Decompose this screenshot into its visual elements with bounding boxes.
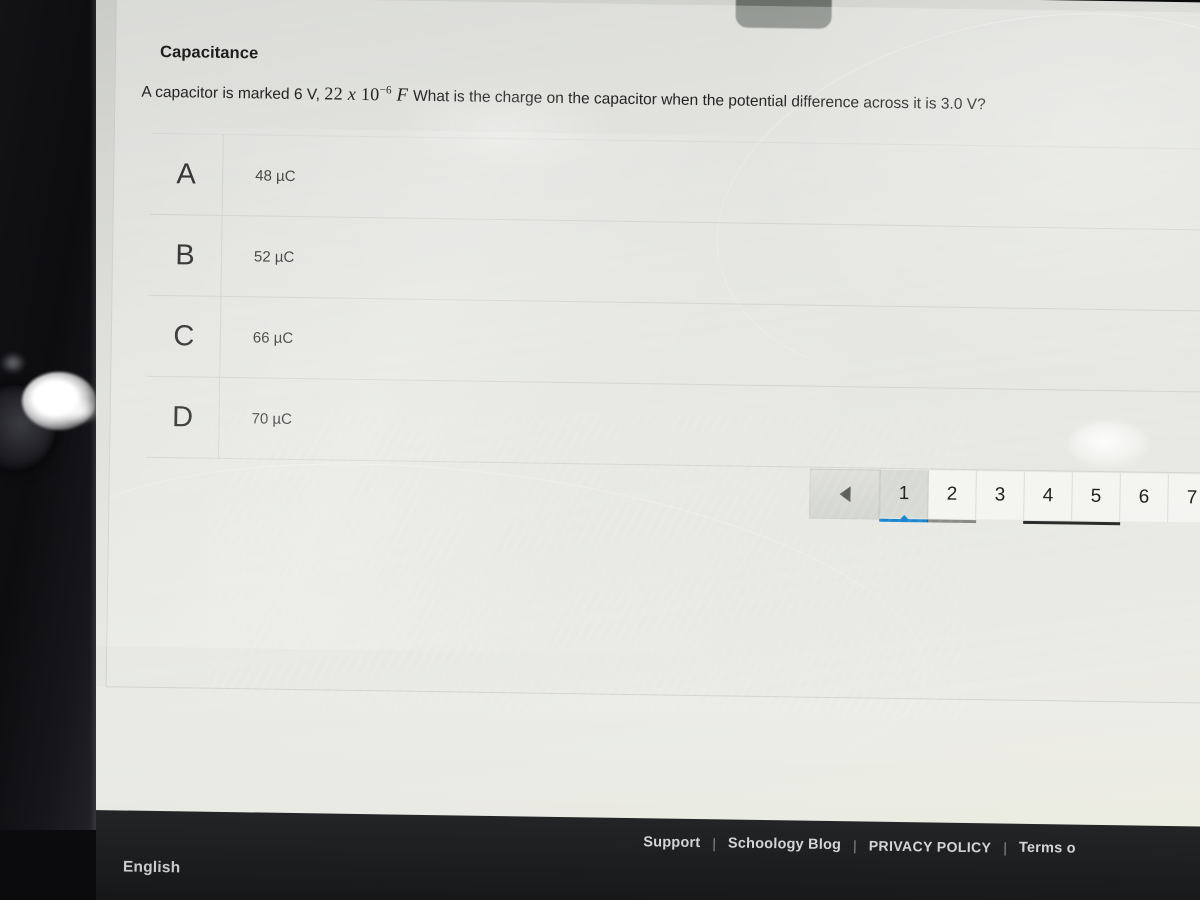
pagination: 1 2 3 4 5 6 7 — [809, 468, 1200, 528]
footer-link-terms[interactable]: Terms o — [1019, 840, 1076, 857]
pagination-underline — [1071, 521, 1121, 526]
photo-of-screen: Capacitance A capacitor is marked 6 V, 2… — [0, 0, 1200, 900]
language-selector[interactable]: English — [123, 858, 181, 877]
option-letter: B — [148, 214, 223, 296]
pagination-underline — [1167, 523, 1200, 527]
pagination-underline — [1119, 522, 1168, 526]
pagination-page-label: 5 — [1090, 485, 1102, 507]
question-card: Capacitance A capacitor is marked 6 V, 2… — [105, 0, 1200, 705]
page-background-below-card — [83, 685, 1200, 833]
option-value: 70 µC — [251, 409, 293, 428]
pagination-prev-button[interactable] — [809, 468, 880, 520]
math-exponent: −6 — [379, 84, 392, 97]
option-value: 66 µC — [252, 328, 294, 347]
pagination-page-label: 6 — [1138, 486, 1150, 508]
math-times-symbol: x — [347, 83, 357, 104]
pagination-underline — [1023, 520, 1073, 525]
answer-option-d[interactable]: D 70 µC — [146, 376, 1200, 474]
pagination-page-5[interactable]: 5 — [1071, 472, 1121, 526]
pagination-page-3[interactable]: 3 — [976, 471, 1025, 520]
option-value: 52 µC — [253, 247, 295, 266]
pagination-page-4[interactable]: 4 — [1023, 471, 1073, 525]
option-value: 48 µC — [255, 166, 296, 185]
pagination-caret-icon — [897, 514, 910, 522]
answer-options-list: A 48 µC B 52 µC C 66 µC D 70 µC — [146, 132, 1200, 474]
math-expression: 22 x 10−6 F — [324, 83, 413, 106]
pagination-page-7[interactable]: 7 — [1168, 473, 1200, 523]
site-footer: English Support | Schoology Blog | PRIVA… — [82, 809, 1200, 900]
pagination-page-6[interactable]: 6 — [1120, 473, 1169, 522]
option-letter: C — [147, 295, 222, 377]
pagination-page-label: 1 — [898, 482, 910, 505]
footer-separator: | — [1003, 839, 1008, 856]
pagination-page-label: 7 — [1186, 487, 1198, 509]
math-unit: F — [396, 85, 409, 106]
bezel-light-glare-secondary — [60, 398, 100, 424]
question-text-before: A capacitor is marked 6 V, — [141, 83, 321, 104]
option-letter: A — [149, 133, 224, 215]
pagination-page-label: 4 — [1042, 485, 1054, 507]
math-base: 10 — [360, 83, 380, 105]
screen-surface: Capacitance A capacitor is marked 6 V, 2… — [82, 0, 1200, 900]
footer-separator: | — [853, 837, 857, 854]
math-coefficient: 22 — [324, 83, 344, 104]
pagination-underline — [927, 519, 977, 524]
page-title: Capacitance — [159, 42, 259, 63]
footer-link-privacy-policy[interactable]: PRIVACY POLICY — [869, 838, 992, 856]
question-text: A capacitor is marked 6 V, 22 x 10−6 F W… — [141, 79, 1200, 122]
pagination-page-label: 3 — [994, 484, 1006, 506]
footer-link-schoology-blog[interactable]: Schoology Blog — [728, 835, 841, 853]
pagination-page-1[interactable]: 1 — [879, 469, 929, 523]
bezel-smudge — [0, 352, 26, 374]
pagination-page-label: 2 — [946, 483, 958, 505]
pagination-underline — [975, 520, 1024, 524]
device-bezel-bottom-left — [0, 830, 96, 900]
footer-links: Support | Schoology Blog | PRIVACY POLIC… — [643, 834, 1076, 856]
footer-separator: | — [712, 835, 717, 852]
option-letter: D — [146, 376, 221, 458]
question-text-after: What is the charge on the capacitor when… — [412, 87, 986, 114]
footer-link-support[interactable]: Support — [643, 834, 700, 851]
triangle-left-icon — [838, 486, 851, 503]
pagination-page-2[interactable]: 2 — [927, 470, 977, 524]
